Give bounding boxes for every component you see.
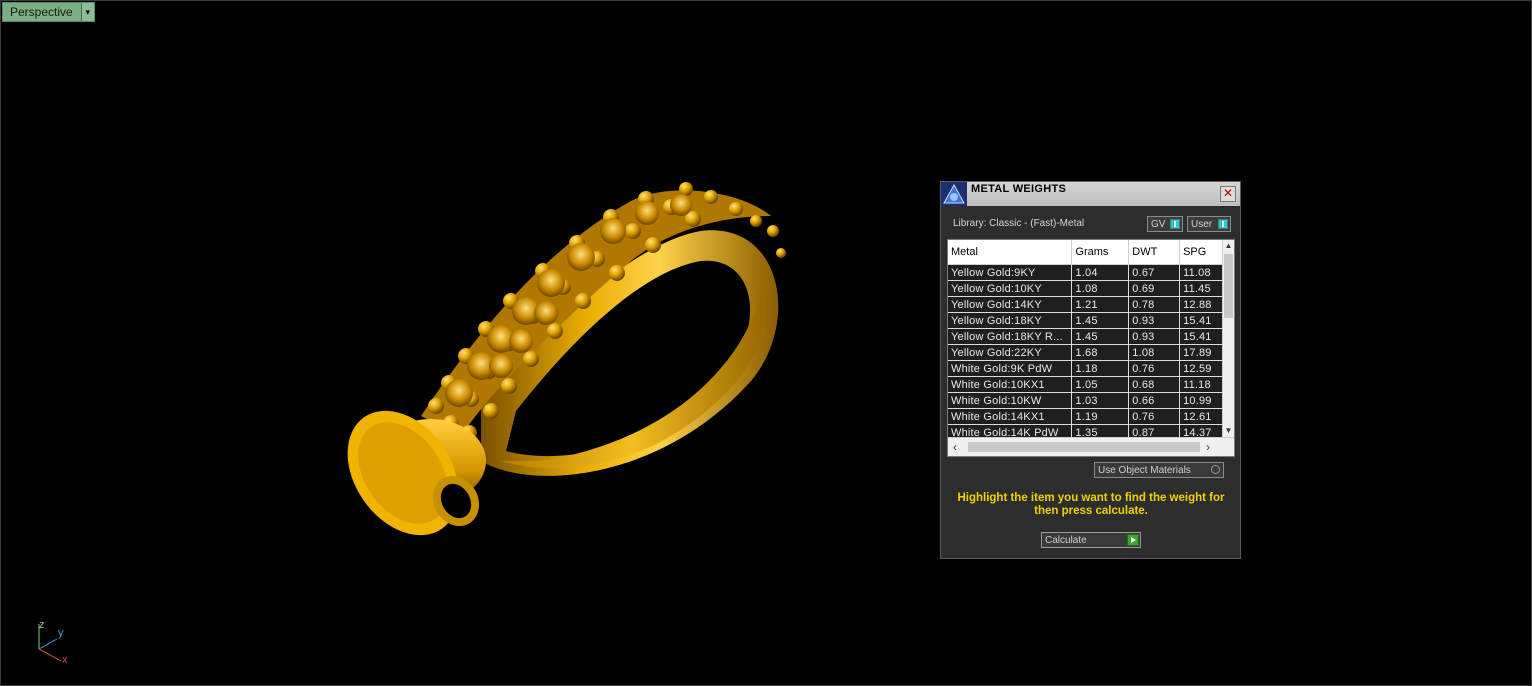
cell-spg: 12.88 (1179, 296, 1225, 313)
cell-grams: 1.18 (1071, 360, 1130, 377)
axis-x-label: x (62, 654, 68, 666)
cell-grams: 1.21 (1071, 296, 1130, 313)
cell-grams: 1.19 (1071, 408, 1130, 425)
cell-metal: Yellow Gold:22KY (948, 344, 1073, 361)
table-row[interactable]: White Gold:10KW 1.03 0.66 10.99 (948, 392, 1225, 409)
viewport-label[interactable]: Perspective ▾ (2, 2, 95, 22)
user-toggle-label: User (1191, 219, 1213, 230)
app-logo-icon (941, 182, 967, 206)
cell-grams: 1.68 (1071, 344, 1130, 361)
cell-spg: 17.89 (1179, 344, 1225, 361)
cell-dwt: 0.67 (1128, 264, 1181, 281)
ring-model[interactable] (341, 161, 811, 551)
cell-metal: Yellow Gold:10KY (948, 280, 1073, 297)
scroll-thumb[interactable] (1224, 254, 1233, 318)
calculate-button[interactable]: Calculate (1041, 532, 1141, 548)
close-icon[interactable]: ✕ (1220, 186, 1236, 202)
cell-grams: 1.05 (1071, 376, 1130, 393)
table-row[interactable]: Yellow Gold:14KY 1.21 0.78 12.88 (948, 296, 1225, 313)
axis-z-label: z (39, 619, 45, 631)
cell-spg: 10.99 (1179, 392, 1225, 409)
cell-dwt: 0.66 (1128, 392, 1181, 409)
cell-spg: 15.41 (1179, 312, 1225, 329)
horizontal-scrollbar[interactable]: ‹ › (948, 437, 1234, 456)
cell-spg: 12.61 (1179, 408, 1225, 425)
cell-spg: 11.45 (1179, 280, 1225, 297)
cell-grams: 1.04 (1071, 264, 1130, 281)
cell-grams: 1.45 (1071, 312, 1130, 329)
table-row[interactable]: Yellow Gold:10KY 1.08 0.69 11.45 (948, 280, 1225, 297)
library-label: Library: Classic - (Fast)-Metal (953, 218, 1085, 229)
cell-dwt: 0.93 (1128, 312, 1181, 329)
cell-dwt: 0.78 (1128, 296, 1181, 313)
cell-metal: Yellow Gold:18KY (948, 312, 1073, 329)
play-arrow-icon[interactable] (1127, 534, 1139, 546)
column-header-grams[interactable]: Grams (1071, 240, 1130, 265)
column-header-metal[interactable]: Metal (948, 240, 1073, 265)
instruction-text: Highlight the item you want to find the … (957, 492, 1225, 517)
cell-metal: White Gold:10KW (948, 392, 1073, 409)
scroll-left-icon[interactable]: ‹ (953, 440, 957, 454)
table-row[interactable]: White Gold:9K PdW 1.18 0.76 12.59 (948, 360, 1225, 377)
use-object-materials-option[interactable]: Use Object Materials (1094, 462, 1224, 478)
metal-table[interactable]: Metal Grams DWT SPG Yellow Gold:9KY 1.04 0… (947, 239, 1235, 457)
scroll-up-icon[interactable]: ▲ (1223, 241, 1234, 253)
table-row[interactable]: White Gold:14KX1 1.19 0.76 12.61 (948, 408, 1225, 425)
cell-metal: Yellow Gold:9KY (948, 264, 1073, 281)
user-toggle[interactable]: User (1187, 216, 1231, 232)
cell-dwt: 0.76 (1128, 360, 1181, 377)
cell-grams: 1.45 (1071, 328, 1130, 345)
cell-metal: Yellow Gold:14KY (948, 296, 1073, 313)
cell-spg: 11.18 (1179, 376, 1225, 393)
table-row[interactable]: Yellow Gold:9KY 1.04 0.67 11.08 (948, 264, 1225, 281)
toggle-indicator-icon (1170, 219, 1180, 229)
viewport-label-text: Perspective (10, 5, 73, 19)
cell-grams: 1.08 (1071, 280, 1130, 297)
cell-dwt: 0.69 (1128, 280, 1181, 297)
vertical-scrollbar[interactable]: ▲ ▼ (1222, 240, 1234, 439)
cell-dwt: 0.68 (1128, 376, 1181, 393)
column-header-spg[interactable]: SPG (1179, 240, 1225, 265)
cell-spg: 15.41 (1179, 328, 1225, 345)
metal-weights-dialog: METAL WEIGHTS ✕ Library: Classic - (Fast… (940, 181, 1241, 559)
cell-grams: 1.03 (1071, 392, 1130, 409)
table-row[interactable]: Yellow Gold:18KY R... 1.45 0.93 15.41 (948, 328, 1225, 345)
scroll-right-icon[interactable]: › (1206, 440, 1210, 454)
radio-icon[interactable] (1211, 465, 1220, 474)
axis-gizmo: z y x (29, 619, 79, 669)
cell-dwt: 0.93 (1128, 328, 1181, 345)
perspective-viewport[interactable]: Perspective ▾ z y x (0, 0, 1532, 686)
cell-dwt: 0.76 (1128, 408, 1181, 425)
calculate-label: Calculate (1045, 535, 1087, 546)
cell-metal: Yellow Gold:18KY R... (948, 328, 1073, 345)
table-row[interactable]: White Gold:10KX1 1.05 0.68 11.18 (948, 376, 1225, 393)
cell-dwt: 1.08 (1128, 344, 1181, 361)
gv-toggle[interactable]: GV (1147, 216, 1183, 232)
cell-spg: 11.08 (1179, 264, 1225, 281)
table-row[interactable]: Yellow Gold:18KY 1.45 0.93 15.41 (948, 312, 1225, 329)
axis-y-label: y (58, 627, 64, 639)
dialog-title-bar[interactable]: METAL WEIGHTS ✕ (941, 182, 1240, 206)
table-row[interactable]: Yellow Gold:22KY 1.68 1.08 17.89 (948, 344, 1225, 361)
column-header-dwt[interactable]: DWT (1128, 240, 1181, 265)
chevron-down-icon[interactable]: ▾ (80, 3, 94, 21)
cell-spg: 12.59 (1179, 360, 1225, 377)
scroll-thumb[interactable] (968, 442, 1200, 452)
dialog-title: METAL WEIGHTS (971, 183, 1067, 195)
cell-metal: White Gold:10KX1 (948, 376, 1073, 393)
cell-metal: White Gold:14KX1 (948, 408, 1073, 425)
use-object-materials-label: Use Object Materials (1098, 465, 1191, 476)
cell-metal: White Gold:9K PdW (948, 360, 1073, 377)
toggle-indicator-icon (1218, 219, 1228, 229)
gv-toggle-label: GV (1151, 219, 1166, 230)
